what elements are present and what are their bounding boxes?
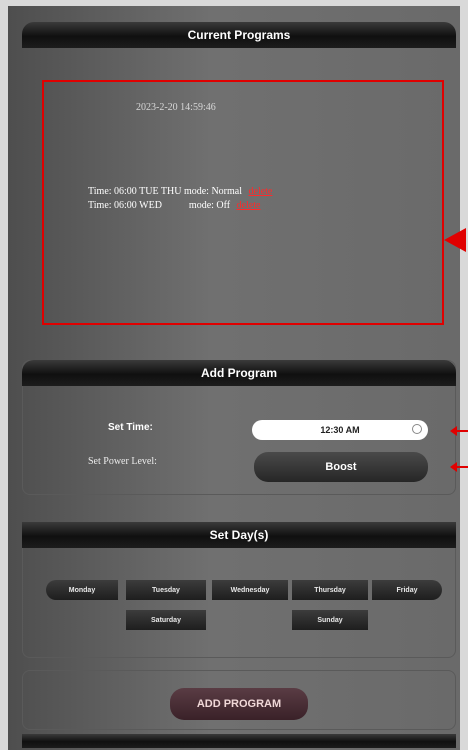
program-time: Time: 06:00 bbox=[88, 200, 137, 211]
program-time: Time: 06:00 bbox=[88, 186, 137, 197]
day-label: Monday bbox=[68, 586, 96, 594]
day-sunday-button[interactable]: Sunday bbox=[292, 610, 368, 630]
add-program-button[interactable]: ADD PROGRAM bbox=[170, 688, 308, 720]
current-datetime: 2023-2-20 14:59:46 bbox=[136, 102, 216, 113]
time-input[interactable]: 12:30 AM bbox=[252, 420, 428, 440]
day-label: Saturday bbox=[151, 616, 181, 624]
current-programs-box: 2023-2-20 14:59:46 Time: 06:00 TUE THU m… bbox=[42, 80, 444, 325]
boost-button[interactable]: Boost bbox=[254, 452, 428, 482]
day-tuesday-button[interactable]: Tuesday bbox=[126, 580, 206, 600]
add-program-title: Add Program bbox=[200, 366, 277, 380]
day-friday-button[interactable]: Friday bbox=[372, 580, 442, 600]
program-days: WED bbox=[139, 200, 162, 211]
set-days-title: Set Day(s) bbox=[209, 528, 269, 542]
add-program-header: Add Program bbox=[22, 360, 456, 386]
day-thursday-button[interactable]: Thursday bbox=[292, 580, 368, 600]
day-label: Sunday bbox=[317, 616, 343, 624]
add-program-button-label: ADD PROGRAM bbox=[196, 698, 282, 710]
day-label: Tuesday bbox=[152, 586, 180, 594]
set-days-section bbox=[22, 548, 456, 658]
delete-program-link[interactable]: delete bbox=[249, 186, 273, 197]
set-days-header: Set Day(s) bbox=[22, 522, 456, 548]
time-value: 12:30 AM bbox=[320, 425, 360, 435]
program-mode: mode: Off bbox=[188, 200, 231, 211]
annotation-arrow-icon bbox=[444, 228, 466, 252]
program-row: Time: 06:00 WED mode: Off delete bbox=[88, 200, 261, 211]
current-programs-title: Current Programs bbox=[187, 28, 291, 42]
annotation-arrow-icon bbox=[450, 462, 468, 472]
delete-program-link[interactable]: delete bbox=[237, 200, 261, 211]
boost-label: Boost bbox=[325, 461, 357, 473]
clock-icon[interactable] bbox=[412, 424, 422, 434]
program-days: TUE THU bbox=[139, 186, 182, 197]
footer-bar bbox=[22, 734, 456, 748]
annotation-arrow-icon bbox=[450, 426, 468, 436]
current-programs-header: Current Programs bbox=[22, 22, 456, 48]
set-time-label: Set Time: bbox=[108, 422, 153, 433]
program-mode: mode: Normal bbox=[183, 186, 242, 197]
day-monday-button[interactable]: Monday bbox=[46, 580, 118, 600]
day-wednesday-button[interactable]: Wednesday bbox=[212, 580, 288, 600]
day-saturday-button[interactable]: Saturday bbox=[126, 610, 206, 630]
day-label: Friday bbox=[396, 586, 418, 594]
set-power-label: Set Power Level: bbox=[88, 456, 157, 467]
program-row: Time: 06:00 TUE THU mode: Normal delete bbox=[88, 186, 272, 197]
day-label: Wednesday bbox=[230, 586, 270, 594]
day-label: Thursday bbox=[314, 586, 346, 594]
